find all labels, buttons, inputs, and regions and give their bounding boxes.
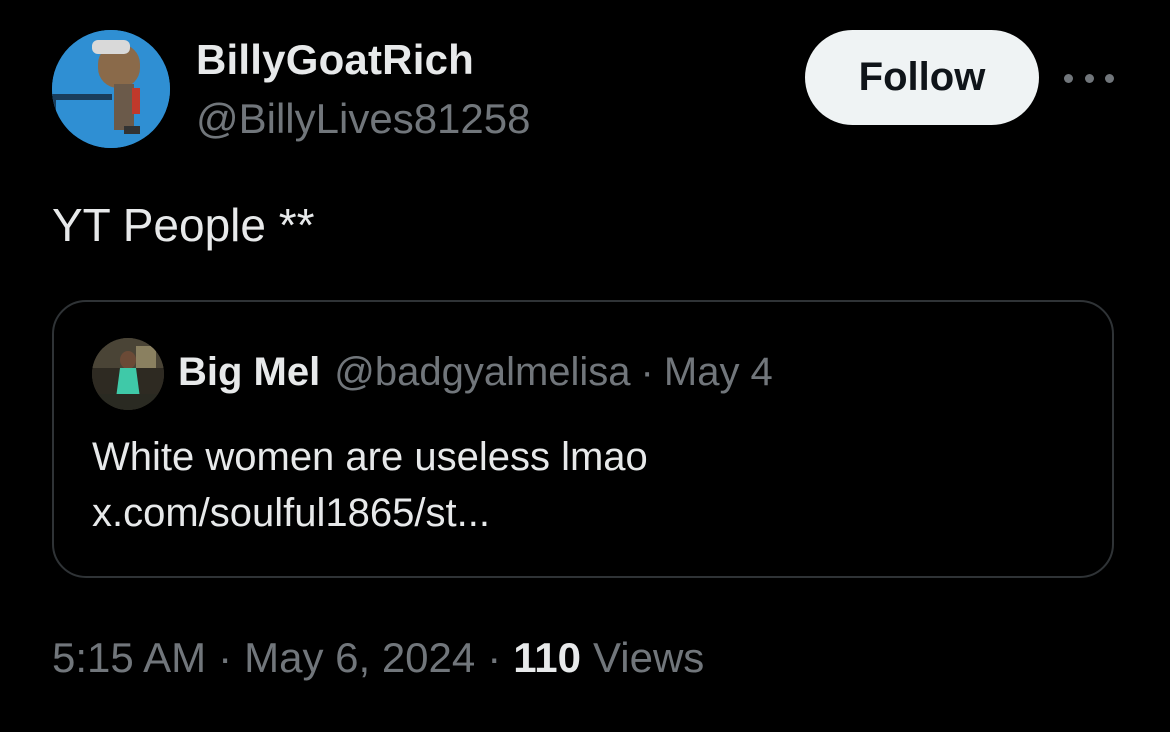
quoted-author-handle[interactable]: @badgyalmelisa [334,350,630,395]
author-name[interactable]: BillyGoatRich [196,36,474,84]
author-avatar[interactable] [52,30,170,148]
quoted-avatar-image [92,338,164,410]
more-dot [1064,73,1073,83]
quoted-tweet-link[interactable]: x.com/soulful1865/st... [92,486,490,540]
more-horizontal-icon[interactable] [1064,64,1114,92]
tweet-text: YT People ** [52,199,315,251]
quoted-meta-separator: · [640,350,654,394]
views-label[interactable]: Views [593,634,704,682]
more-dot [1084,73,1094,83]
footer-separator: · [218,634,233,681]
tweet-footer: 5:15 AM · May 6, 2024 · 110 Views [52,634,704,682]
views-count[interactable]: 110 [513,634,581,682]
quoted-tweet-meta: Big Mel @badgyalmelisa · May 4 [178,350,773,395]
more-dot [1105,73,1114,83]
tweet-container: BillyGoatRich @BillyLives81258 Follow YT… [0,0,1170,732]
quoted-author-avatar[interactable] [92,338,164,410]
footer-separator: · [487,634,502,681]
quoted-tweet-text: White women are useless lmao [92,435,648,479]
quoted-tweet-date[interactable]: May 4 [664,350,773,395]
quoted-author-name[interactable]: Big Mel [178,350,320,395]
quoted-tweet-card[interactable]: Big Mel @badgyalmelisa · May 4 White wom… [52,300,1114,578]
avatar-image [52,30,170,148]
follow-button[interactable]: Follow [805,30,1039,125]
author-handle[interactable]: @BillyLives81258 [196,95,530,143]
tweet-date[interactable]: May 6, 2024 [244,634,475,682]
tweet-time[interactable]: 5:15 AM [52,634,206,682]
